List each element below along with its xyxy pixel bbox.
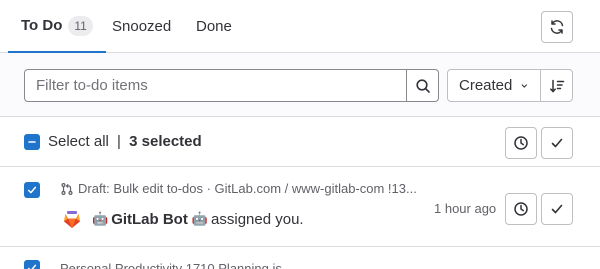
check-icon — [551, 138, 563, 148]
bot-emoji: 🤖 — [92, 211, 109, 226]
refresh-icon — [550, 20, 564, 34]
sort-dropdown-label: Created — [459, 77, 513, 94]
indeterminate-icon — [28, 141, 36, 143]
sort-lowest-icon — [549, 79, 564, 92]
bulk-separator: | — [117, 133, 121, 150]
search-icon — [415, 78, 430, 93]
filter-input[interactable] — [25, 70, 406, 101]
tabs-bar: To Do 11 Snoozed Done — [0, 0, 600, 53]
todo-item-body: 🤖 GitLab Bot 🤖 assigned you. — [60, 207, 304, 231]
todo-list-item[interactable]: Draft: Bulk edit to-dos · GitLab.com / w… — [0, 167, 600, 247]
clock-icon — [514, 202, 528, 216]
todo-author-name[interactable]: GitLab Bot — [111, 211, 188, 228]
todo-item-checkbox[interactable] — [24, 260, 40, 269]
bulk-select-label: Select all | 3 selected — [48, 133, 202, 150]
select-all-checkbox[interactable] — [24, 134, 40, 150]
tab-todo-label: To Do — [21, 17, 63, 34]
checkmark-icon — [27, 264, 37, 269]
checkmark-icon — [27, 186, 37, 194]
todo-action-text: assigned you. — [211, 210, 304, 228]
todo-timestamp: 1 hour ago — [434, 201, 497, 216]
bot-emoji-2: 🤖 — [191, 211, 209, 226]
bulk-snooze-button[interactable] — [505, 127, 537, 159]
todo-item-meta-text: Draft: Bulk edit to-dos · GitLab.com / w… — [78, 181, 417, 196]
select-all-label: Select all — [48, 133, 109, 150]
mark-done-button[interactable] — [541, 193, 573, 225]
search-button[interactable] — [406, 70, 438, 101]
refresh-button[interactable] — [541, 11, 573, 43]
todo-item-meta-text[interactable]: Personal Productivity 1710 Planning is — [60, 261, 282, 269]
sort-direction-button[interactable] — [540, 69, 573, 102]
clock-icon — [514, 136, 528, 150]
check-icon — [551, 204, 563, 214]
bulk-mark-done-button[interactable] — [541, 127, 573, 159]
selected-count: 3 selected — [129, 133, 202, 150]
todo-item-meta[interactable]: Draft: Bulk edit to-dos · GitLab.com / w… — [60, 181, 417, 196]
todo-item-checkbox[interactable] — [24, 182, 40, 198]
tab-todo-count-badge: 11 — [68, 15, 93, 36]
tab-todo[interactable]: To Do 11 — [8, 0, 106, 53]
gitlab-bot-avatar — [60, 207, 84, 231]
chevron-down-icon — [521, 83, 528, 88]
todo-list-item[interactable]: Personal Productivity 1710 Planning is — [0, 248, 600, 269]
merge-request-icon — [61, 182, 73, 195]
filter-bar: Created — [0, 53, 600, 117]
tab-snoozed[interactable]: Snoozed — [112, 0, 171, 53]
tab-done-label: Done — [196, 18, 232, 35]
filter-input-wrapper — [24, 69, 439, 102]
bulk-actions-row: Select all | 3 selected — [0, 117, 600, 167]
tab-snoozed-label: Snoozed — [112, 18, 172, 35]
tab-done[interactable]: Done — [196, 0, 232, 53]
sort-dropdown[interactable]: Created — [447, 69, 541, 102]
snooze-button[interactable] — [505, 193, 537, 225]
